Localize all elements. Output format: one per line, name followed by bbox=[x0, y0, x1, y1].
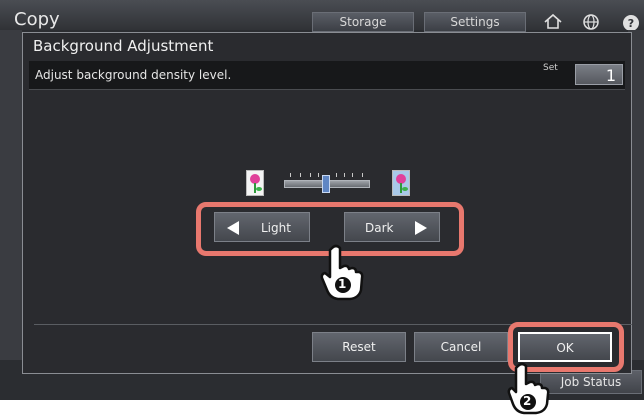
app-title: Copy bbox=[14, 9, 60, 30]
help-icon[interactable]: ? bbox=[620, 12, 642, 31]
copier-screen: Copy Storage Settings ? Job Status Backg… bbox=[0, 0, 644, 400]
dialog-title: Background Adjustment bbox=[33, 37, 214, 55]
slider-tick bbox=[310, 173, 311, 177]
top-bar: Copy Storage Settings ? bbox=[0, 0, 644, 32]
light-flower-icon bbox=[246, 170, 264, 196]
dark-flower-icon bbox=[392, 170, 410, 196]
set-value-field[interactable]: 1 bbox=[575, 64, 623, 85]
slider-tick bbox=[344, 173, 345, 177]
slider-tick bbox=[352, 173, 353, 177]
ok-button[interactable]: OK bbox=[518, 332, 612, 362]
globe-icon[interactable] bbox=[580, 12, 602, 30]
step2-number: 2 bbox=[523, 394, 532, 408]
dark-button-label: Dark bbox=[365, 221, 394, 235]
dark-button[interactable]: Dark bbox=[344, 212, 440, 242]
right-arrow-icon bbox=[415, 221, 427, 235]
step1-number: 1 bbox=[338, 277, 347, 291]
home-icon[interactable] bbox=[542, 12, 564, 30]
light-button[interactable]: Light bbox=[214, 212, 310, 242]
slider-tick bbox=[290, 173, 291, 177]
cancel-button[interactable]: Cancel bbox=[414, 332, 508, 362]
instruction-text: Adjust background density level. bbox=[35, 68, 232, 82]
slider-tick bbox=[300, 173, 301, 177]
pointer-hand-icon: 1 bbox=[318, 244, 368, 306]
left-arrow-icon bbox=[227, 221, 239, 235]
set-label: Set bbox=[543, 63, 558, 73]
slider-tick bbox=[362, 173, 363, 177]
tab-settings[interactable]: Settings bbox=[424, 12, 526, 32]
reset-button[interactable]: Reset bbox=[312, 332, 406, 362]
tab-storage[interactable]: Storage bbox=[312, 12, 414, 32]
slider-tick bbox=[336, 173, 337, 177]
instruction-bar: Adjust background density level. Set 1 bbox=[29, 61, 625, 90]
density-slider-thumb[interactable] bbox=[322, 175, 330, 193]
left-edge-strip bbox=[0, 30, 22, 360]
svg-text:?: ? bbox=[628, 17, 634, 30]
slider-tick bbox=[318, 173, 319, 177]
pointer-hand-icon: 2 bbox=[506, 362, 550, 420]
light-button-label: Light bbox=[261, 221, 291, 235]
